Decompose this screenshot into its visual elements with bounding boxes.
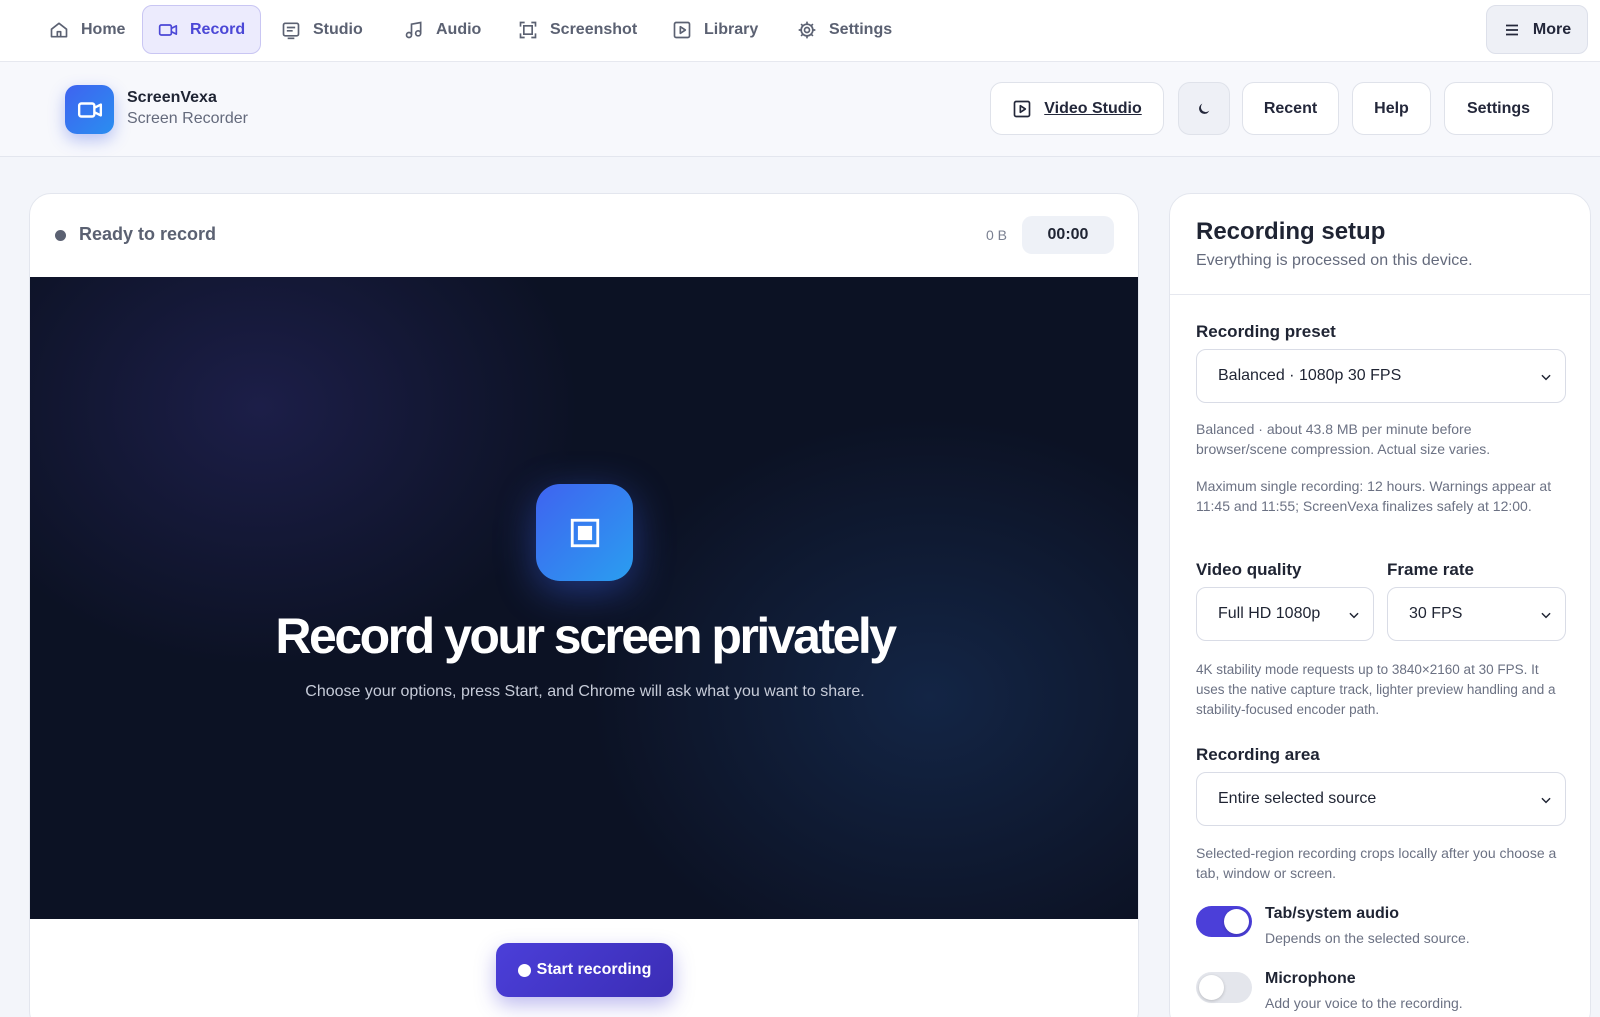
framerate-label: Frame rate [1387,560,1474,579]
system-audio-subtitle: Depends on the selected source. [1265,930,1470,946]
header-settings-label: Settings [1466,99,1531,117]
app-logo [65,85,114,134]
status-text: Ready to record [79,224,217,244]
toggle-knob [1224,909,1249,934]
nav-audio[interactable]: Audio [388,5,497,54]
video-studio-button[interactable]: Video Studio [990,82,1164,135]
stage-record-icon [536,484,633,581]
nav-audio-label: Audio [436,20,482,38]
nav-library-label: Library [704,20,759,38]
record-frame-icon [570,518,599,547]
chevron-down-icon [1541,374,1551,381]
brand-name: ScreenVexa [127,89,217,106]
screenshot-frame-icon [519,21,537,38]
more-button[interactable]: More [1486,5,1588,54]
setup-title: Recording setup [1196,218,1386,245]
play-square-icon [673,21,691,38]
status-indicator [55,230,66,241]
stage-title: Record your screen privately [275,608,897,664]
hamburger-menu-icon [1505,24,1518,35]
help-button[interactable]: Help [1352,82,1431,135]
framerate-value: 30 FPS [1409,605,1463,622]
nav-home-label: Home [81,20,126,38]
video-studio-label: Video Studio [1044,99,1142,117]
toggle-knob [1199,975,1224,1000]
nav-record-label: Record [190,20,246,38]
start-recording-button[interactable]: Start recording [496,943,673,997]
divider [1170,294,1590,295]
nav-studio-label: Studio [313,20,363,38]
area-value: Entire selected source [1218,790,1377,807]
start-recording-label: Start recording [536,961,652,978]
nav-home[interactable]: Home [33,5,141,54]
top-nav: Home Record Studio Audio Screenshot Libr… [0,0,1600,62]
brand-subtitle: Screen Recorder [127,110,248,127]
quality-label: Video quality [1196,560,1302,579]
stage-subtitle: Choose your options, press Start, and Ch… [305,683,865,700]
studio-icon [282,22,300,39]
microphone-title: Microphone [1265,970,1356,987]
stability-help: 4K stability mode requests up to 3840×21… [1196,662,1556,717]
app-header: ScreenVexa Screen Recorder Video Studio … [0,62,1600,157]
chevron-down-icon [1541,797,1551,804]
recording-setup-panel: Recording setup Everything is processed … [1169,193,1591,1017]
limit-help: Maximum single recording: 12 hours. Warn… [1196,478,1552,514]
recording-timer: 00:00 [1022,216,1114,254]
preset-help: Balanced · about 43.8 MB per minute befo… [1196,421,1491,457]
preview-stage: Record your screen privately Choose your… [30,277,1138,919]
home-icon [50,22,68,38]
nav-settings[interactable]: Settings [781,5,908,54]
area-help: Selected-region recording crops locally … [1196,845,1557,881]
help-label: Help [1374,99,1409,117]
header-settings-button[interactable]: Settings [1444,82,1553,135]
gear-icon [798,21,816,38]
microphone-subtitle: Add your voice to the recording. [1265,995,1463,1011]
more-label: More [1532,20,1572,38]
recent-label: Recent [1263,99,1318,117]
record-dot-icon [517,963,531,977]
video-camera-icon [77,101,102,118]
area-select[interactable]: Entire selected source [1196,772,1566,826]
nav-screenshot[interactable]: Screenshot [502,5,653,54]
framerate-select[interactable]: 30 FPS [1387,587,1566,641]
nav-studio[interactable]: Studio [265,5,379,54]
theme-toggle-button[interactable] [1178,82,1230,135]
recording-size: 0 B [986,227,1008,243]
nav-screenshot-label: Screenshot [550,20,638,38]
microphone-toggle[interactable] [1196,972,1252,1003]
moon-icon [1199,103,1210,114]
system-audio-toggle[interactable] [1196,906,1252,937]
play-square-icon [1013,100,1031,117]
chevron-down-icon [1541,612,1551,619]
nav-record[interactable]: Record [142,5,262,54]
recent-button[interactable]: Recent [1242,82,1339,135]
quality-value: Full HD 1080p [1218,605,1321,622]
nav-library[interactable]: Library [656,5,774,54]
quality-select[interactable]: Full HD 1080p [1196,587,1374,641]
preset-select[interactable]: Balanced · 1080p 30 FPS [1196,349,1566,403]
chevron-down-icon [1349,612,1359,619]
preset-label: Recording preset [1196,322,1336,341]
recorder-card: Ready to record 0 B 00:00 Record your sc… [29,193,1139,1017]
video-camera-icon [158,23,178,36]
preset-value: Balanced · 1080p 30 FPS [1218,367,1402,384]
setup-subtitle: Everything is processed on this device. [1196,252,1473,269]
area-label: Recording area [1196,745,1320,764]
nav-settings-label: Settings [829,20,893,38]
system-audio-title: Tab/system audio [1265,905,1399,922]
music-note-icon [405,21,422,38]
